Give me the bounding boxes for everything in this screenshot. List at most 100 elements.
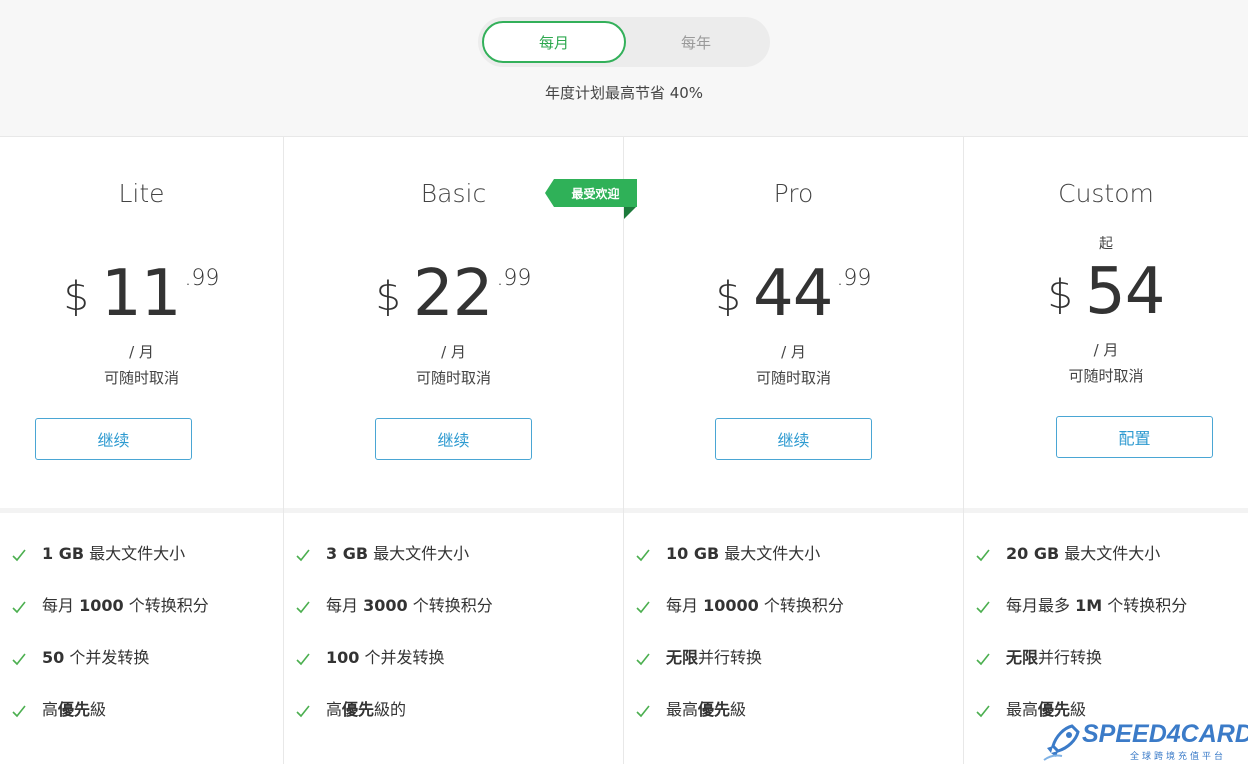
- check-icon: [636, 596, 650, 616]
- feature-item: 每月 1000 个转换积分: [0, 594, 283, 646]
- check-icon: [12, 596, 26, 616]
- feature-text: 个转换积分: [758, 596, 844, 615]
- feature-text: 最大文件大小: [84, 544, 186, 563]
- feature-list: 3 GB 最大文件大小 每月 3000 个转换积分 100 个并发转换 高優先級的: [284, 542, 623, 750]
- price-cents: .99: [836, 266, 872, 291]
- plan-price: $ 44 .99: [624, 262, 963, 326]
- feature-text: 个并发转换: [359, 648, 445, 667]
- feature-highlight: 優先: [698, 700, 731, 719]
- feature-prefix: 每月: [42, 596, 80, 615]
- feature-text: 級的: [374, 700, 407, 719]
- price-currency: $: [63, 274, 89, 320]
- cancel-note: 可随时取消: [755, 369, 831, 387]
- price-currency: $: [375, 274, 401, 320]
- feature-highlight: 優先: [1038, 700, 1071, 719]
- check-icon: [296, 648, 310, 668]
- check-icon: [976, 648, 990, 668]
- feature-item: 100 个并发转换: [284, 646, 623, 698]
- popular-badge: 最受欢迎: [545, 179, 637, 207]
- feature-item: 最高優先級: [624, 698, 963, 750]
- feature-text: 个转换积分: [1102, 596, 1188, 615]
- toggle-yearly[interactable]: 每年: [624, 21, 768, 63]
- savings-note: 年度计划最高节省 40%: [544, 84, 704, 102]
- check-icon: [636, 700, 650, 720]
- feature-highlight: 100: [326, 648, 360, 667]
- feature-highlight: 1 GB: [42, 544, 85, 563]
- feature-text: 最大文件大小: [1059, 544, 1161, 563]
- feature-prefix: 每月: [326, 596, 364, 615]
- price-cents: .99: [184, 266, 220, 291]
- check-icon: [12, 648, 26, 668]
- check-icon: [976, 596, 990, 616]
- feature-list: 10 GB 最大文件大小 每月 10000 个转换积分 无限并行转换 最高優先級: [624, 542, 963, 750]
- feature-item: 1 GB 最大文件大小: [0, 542, 283, 594]
- cancel-note: 可随时取消: [103, 369, 179, 387]
- feature-prefix: 每月: [666, 596, 704, 615]
- price-period: / 月: [781, 343, 806, 361]
- plan-cta-button[interactable]: 继续: [375, 418, 532, 460]
- feature-highlight: 10 GB: [666, 544, 720, 563]
- check-icon: [12, 544, 26, 564]
- feature-highlight: 20 GB: [1006, 544, 1060, 563]
- price-period: / 月: [441, 343, 466, 361]
- feature-item: 高優先級: [0, 698, 283, 750]
- plan-cta-button[interactable]: 继续: [35, 418, 192, 460]
- plan-price: $ 54: [964, 260, 1248, 324]
- feature-text: 个转换积分: [407, 596, 493, 615]
- plan-column-custom: Custom 起 $ 54 / 月可随时取消 配置 20 GB 最大文件大小 每月最多 …: [964, 137, 1248, 764]
- popular-badge-fold: [624, 207, 636, 219]
- feature-text: 最大文件大小: [719, 544, 821, 563]
- price-from-label: 起: [1099, 236, 1113, 252]
- feature-item: 每月最多 1M 个转换积分: [964, 594, 1248, 646]
- price-amount: 11: [101, 257, 181, 331]
- plan-cta-button[interactable]: 配置: [1056, 416, 1213, 458]
- cancel-note: 可随时取消: [415, 369, 491, 387]
- feature-list: 1 GB 最大文件大小 每月 1000 个转换积分 50 个并发转换 高優先級: [0, 542, 283, 750]
- feature-highlight: 優先: [342, 700, 375, 719]
- check-icon: [636, 544, 650, 564]
- feature-highlight: 3000: [363, 596, 408, 615]
- feature-text: 个并发转换: [64, 648, 150, 667]
- price-period: / 月: [129, 343, 154, 361]
- plan-price: $ 11 .99: [0, 262, 283, 326]
- feature-text: 最大文件大小: [368, 544, 470, 563]
- section-divider: [284, 508, 623, 513]
- feature-highlight: 50: [42, 648, 65, 667]
- rocket-logo-icon: [1043, 724, 1080, 761]
- plan-cta-button[interactable]: 继续: [715, 418, 872, 460]
- feature-item: 无限并行转换: [624, 646, 963, 698]
- feature-highlight: 10000: [703, 596, 759, 615]
- feature-prefix: 最高: [666, 700, 699, 719]
- plan-column-lite: Lite $ 11 .99 / 月可随时取消 继续 1 GB 最大文件大小 每月 10…: [0, 137, 284, 764]
- feature-prefix: 高: [326, 700, 343, 719]
- feature-text: 个转换积分: [123, 596, 209, 615]
- watermark-tagline: 全球跨境充值平台: [1130, 752, 1227, 762]
- feature-text: 級: [90, 700, 107, 719]
- check-icon: [636, 648, 650, 668]
- toggle-monthly[interactable]: 每月: [482, 21, 626, 63]
- price-currency: $: [1047, 272, 1073, 318]
- check-icon: [296, 544, 310, 564]
- feature-prefix: 高: [42, 700, 59, 719]
- cancel-note: 可随时取消: [1068, 367, 1144, 385]
- watermark-brand: SPEED4CARD: [1082, 720, 1248, 748]
- price-amount: 44: [753, 257, 833, 331]
- feature-item: 10 GB 最大文件大小: [624, 542, 963, 594]
- feature-item: 每月 10000 个转换积分: [624, 594, 963, 646]
- feature-highlight: 3 GB: [326, 544, 369, 563]
- feature-highlight: 優先: [58, 700, 91, 719]
- billing-period-toggle: 每月 每年: [478, 17, 770, 67]
- plan-name: Lite: [118, 179, 165, 208]
- price-cents: .99: [496, 266, 532, 291]
- feature-item: 高優先級的: [284, 698, 623, 750]
- feature-highlight: 1000: [79, 596, 124, 615]
- feature-item: 无限并行转换: [964, 646, 1248, 698]
- feature-item: 20 GB 最大文件大小: [964, 542, 1248, 594]
- feature-text: 級: [1070, 700, 1087, 719]
- feature-prefix: 每月最多: [1006, 596, 1076, 615]
- section-divider: [624, 508, 963, 513]
- feature-text: 并行转换: [1038, 648, 1103, 667]
- feature-text: 并行转换: [698, 648, 763, 667]
- check-icon: [296, 596, 310, 616]
- feature-highlight: 无限: [1006, 648, 1039, 667]
